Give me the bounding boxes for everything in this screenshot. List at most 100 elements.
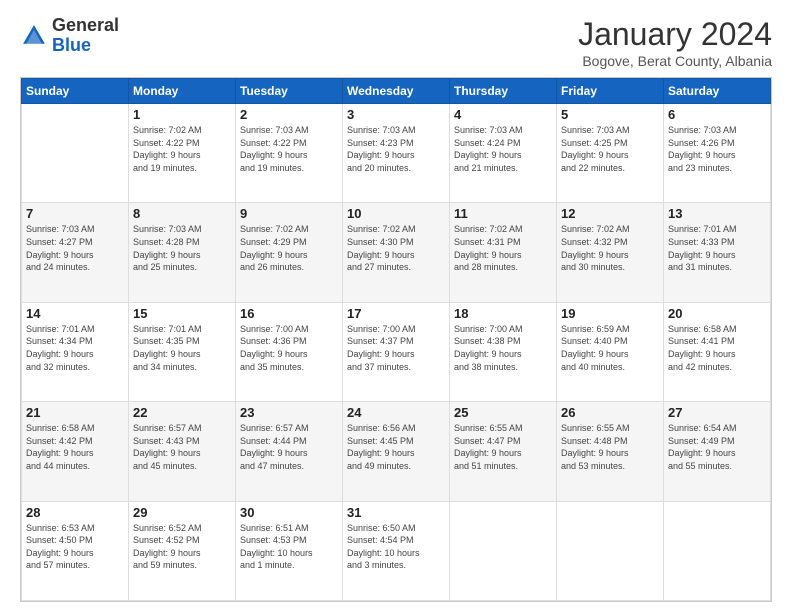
day-info: Sunrise: 7:02 AMSunset: 4:22 PMDaylight:… xyxy=(133,124,231,174)
day-info: Sunrise: 7:02 AMSunset: 4:32 PMDaylight:… xyxy=(561,223,659,273)
calendar-cell: 3Sunrise: 7:03 AMSunset: 4:23 PMDaylight… xyxy=(343,104,450,203)
calendar-cell: 28 Sunrise: 6:53 AMSunset: 4:50 PMDayligh… xyxy=(22,501,129,600)
calendar-cell: 4 Sunrise: 7:03 AMSunset: 4:24 PMDaylight… xyxy=(450,104,557,203)
day-number: 24 xyxy=(347,405,445,420)
page: General Blue January 2024 Bogove, Berat … xyxy=(0,0,792,612)
logo-text: General Blue xyxy=(52,16,119,56)
calendar-cell xyxy=(450,501,557,600)
day-number: 23 xyxy=(240,405,338,420)
calendar-cell xyxy=(664,501,771,600)
day-info: Sunrise: 6:52 AMSunset: 4:52 PMDaylight:… xyxy=(133,522,231,572)
day-info: Sunrise: 7:01 AMSunset: 4:34 PMDaylight:… xyxy=(26,323,124,373)
day-info: Sunrise: 7:02 AMSunset: 4:29 PMDaylight:… xyxy=(240,223,338,273)
day-number: 8 xyxy=(133,206,231,221)
logo: General Blue xyxy=(20,16,119,56)
day-info: Sunrise: 6:55 AMSunset: 4:48 PMDaylight:… xyxy=(561,422,659,472)
day-number: 25 xyxy=(454,405,552,420)
day-info: Sunrise: 7:01 AMSunset: 4:35 PMDaylight:… xyxy=(133,323,231,373)
calendar-cell: 11 Sunrise: 7:02 AMSunset: 4:31 PMDayligh… xyxy=(450,203,557,302)
calendar-cell: 19 Sunrise: 6:59 AMSunset: 4:40 PMDayligh… xyxy=(557,302,664,401)
calendar-cell: 21Sunrise: 6:58 AMSunset: 4:42 PMDayligh… xyxy=(22,402,129,501)
day-number: 14 xyxy=(26,306,124,321)
calendar-cell: 6Sunrise: 7:03 AMSunset: 4:26 PMDaylight… xyxy=(664,104,771,203)
calendar-cell: 31 Sunrise: 6:50 AMSunset: 4:54 PMDayligh… xyxy=(343,501,450,600)
col-monday: Monday xyxy=(129,79,236,104)
day-info: Sunrise: 6:55 AMSunset: 4:47 PMDaylight:… xyxy=(454,422,552,472)
calendar-cell xyxy=(557,501,664,600)
day-info: Sunrise: 6:50 AMSunset: 4:54 PMDaylight:… xyxy=(347,522,445,572)
logo-general-text: General xyxy=(52,15,119,35)
day-number: 27 xyxy=(668,405,766,420)
calendar-body: 1Sunrise: 7:02 AMSunset: 4:22 PMDaylight… xyxy=(22,104,771,601)
day-number: 17 xyxy=(347,306,445,321)
col-saturday: Saturday xyxy=(664,79,771,104)
calendar-cell: 17 Sunrise: 7:00 AMSunset: 4:37 PMDayligh… xyxy=(343,302,450,401)
calendar-cell: 18 Sunrise: 7:00 AMSunset: 4:38 PMDayligh… xyxy=(450,302,557,401)
day-number: 6 xyxy=(668,107,766,122)
day-number: 31 xyxy=(347,505,445,520)
calendar-cell: 13Sunrise: 7:01 AMSunset: 4:33 PMDayligh… xyxy=(664,203,771,302)
calendar-week-4: 21Sunrise: 6:58 AMSunset: 4:42 PMDayligh… xyxy=(22,402,771,501)
calendar-cell: 25 Sunrise: 6:55 AMSunset: 4:47 PMDayligh… xyxy=(450,402,557,501)
calendar-cell: 5 Sunrise: 7:03 AMSunset: 4:25 PMDaylight… xyxy=(557,104,664,203)
col-thursday: Thursday xyxy=(450,79,557,104)
day-number: 15 xyxy=(133,306,231,321)
day-info: Sunrise: 6:54 AMSunset: 4:49 PMDaylight:… xyxy=(668,422,766,472)
header-row: Sunday Monday Tuesday Wednesday Thursday… xyxy=(22,79,771,104)
day-number: 20 xyxy=(668,306,766,321)
calendar-cell: 22Sunrise: 6:57 AMSunset: 4:43 PMDayligh… xyxy=(129,402,236,501)
day-info: Sunrise: 7:03 AMSunset: 4:22 PMDaylight:… xyxy=(240,124,338,174)
calendar-cell: 10 Sunrise: 7:02 AMSunset: 4:30 PMDayligh… xyxy=(343,203,450,302)
calendar-cell: 27 Sunrise: 6:54 AMSunset: 4:49 PMDayligh… xyxy=(664,402,771,501)
calendar-table: Sunday Monday Tuesday Wednesday Thursday… xyxy=(21,78,771,601)
day-info: Sunrise: 6:58 AMSunset: 4:42 PMDaylight:… xyxy=(26,422,124,472)
calendar-week-3: 14 Sunrise: 7:01 AMSunset: 4:34 PMDayligh… xyxy=(22,302,771,401)
day-info: Sunrise: 6:51 AMSunset: 4:53 PMDaylight:… xyxy=(240,522,338,572)
day-number: 22 xyxy=(133,405,231,420)
day-info: Sunrise: 7:03 AMSunset: 4:23 PMDaylight:… xyxy=(347,124,445,174)
day-number: 7 xyxy=(26,206,124,221)
day-number: 4 xyxy=(454,107,552,122)
day-number: 19 xyxy=(561,306,659,321)
calendar-week-1: 1Sunrise: 7:02 AMSunset: 4:22 PMDaylight… xyxy=(22,104,771,203)
day-number: 16 xyxy=(240,306,338,321)
day-number: 13 xyxy=(668,206,766,221)
subtitle: Bogove, Berat County, Albania xyxy=(578,53,772,69)
day-info: Sunrise: 6:57 AMSunset: 4:44 PMDaylight:… xyxy=(240,422,338,472)
day-info: Sunrise: 7:02 AMSunset: 4:31 PMDaylight:… xyxy=(454,223,552,273)
day-number: 28 xyxy=(26,505,124,520)
calendar-week-2: 7 Sunrise: 7:03 AMSunset: 4:27 PMDaylight… xyxy=(22,203,771,302)
calendar-header: Sunday Monday Tuesday Wednesday Thursday… xyxy=(22,79,771,104)
day-number: 12 xyxy=(561,206,659,221)
day-info: Sunrise: 7:03 AMSunset: 4:25 PMDaylight:… xyxy=(561,124,659,174)
day-number: 29 xyxy=(133,505,231,520)
day-number: 11 xyxy=(454,206,552,221)
calendar-cell: 14 Sunrise: 7:01 AMSunset: 4:34 PMDayligh… xyxy=(22,302,129,401)
day-number: 5 xyxy=(561,107,659,122)
col-wednesday: Wednesday xyxy=(343,79,450,104)
day-info: Sunrise: 7:00 AMSunset: 4:36 PMDaylight:… xyxy=(240,323,338,373)
calendar-cell: 15 Sunrise: 7:01 AMSunset: 4:35 PMDayligh… xyxy=(129,302,236,401)
day-info: Sunrise: 7:03 AMSunset: 4:27 PMDaylight:… xyxy=(26,223,124,273)
calendar-cell: 20 Sunrise: 6:58 AMSunset: 4:41 PMDayligh… xyxy=(664,302,771,401)
day-info: Sunrise: 6:59 AMSunset: 4:40 PMDaylight:… xyxy=(561,323,659,373)
day-number: 26 xyxy=(561,405,659,420)
calendar-cell: 30 Sunrise: 6:51 AMSunset: 4:53 PMDayligh… xyxy=(236,501,343,600)
day-info: Sunrise: 6:53 AMSunset: 4:50 PMDaylight:… xyxy=(26,522,124,572)
calendar-cell: 26 Sunrise: 6:55 AMSunset: 4:48 PMDayligh… xyxy=(557,402,664,501)
day-info: Sunrise: 7:00 AMSunset: 4:37 PMDaylight:… xyxy=(347,323,445,373)
day-number: 10 xyxy=(347,206,445,221)
day-number: 30 xyxy=(240,505,338,520)
calendar-cell: 16 Sunrise: 7:00 AMSunset: 4:36 PMDayligh… xyxy=(236,302,343,401)
day-info: Sunrise: 7:02 AMSunset: 4:30 PMDaylight:… xyxy=(347,223,445,273)
calendar-cell: 29 Sunrise: 6:52 AMSunset: 4:52 PMDayligh… xyxy=(129,501,236,600)
calendar-cell: 2Sunrise: 7:03 AMSunset: 4:22 PMDaylight… xyxy=(236,104,343,203)
calendar-cell: 7 Sunrise: 7:03 AMSunset: 4:27 PMDaylight… xyxy=(22,203,129,302)
calendar-cell: 24Sunrise: 6:56 AMSunset: 4:45 PMDayligh… xyxy=(343,402,450,501)
header: General Blue January 2024 Bogove, Berat … xyxy=(20,16,772,69)
day-info: Sunrise: 6:58 AMSunset: 4:41 PMDaylight:… xyxy=(668,323,766,373)
col-friday: Friday xyxy=(557,79,664,104)
day-number: 18 xyxy=(454,306,552,321)
day-info: Sunrise: 7:00 AMSunset: 4:38 PMDaylight:… xyxy=(454,323,552,373)
day-info: Sunrise: 7:03 AMSunset: 4:24 PMDaylight:… xyxy=(454,124,552,174)
